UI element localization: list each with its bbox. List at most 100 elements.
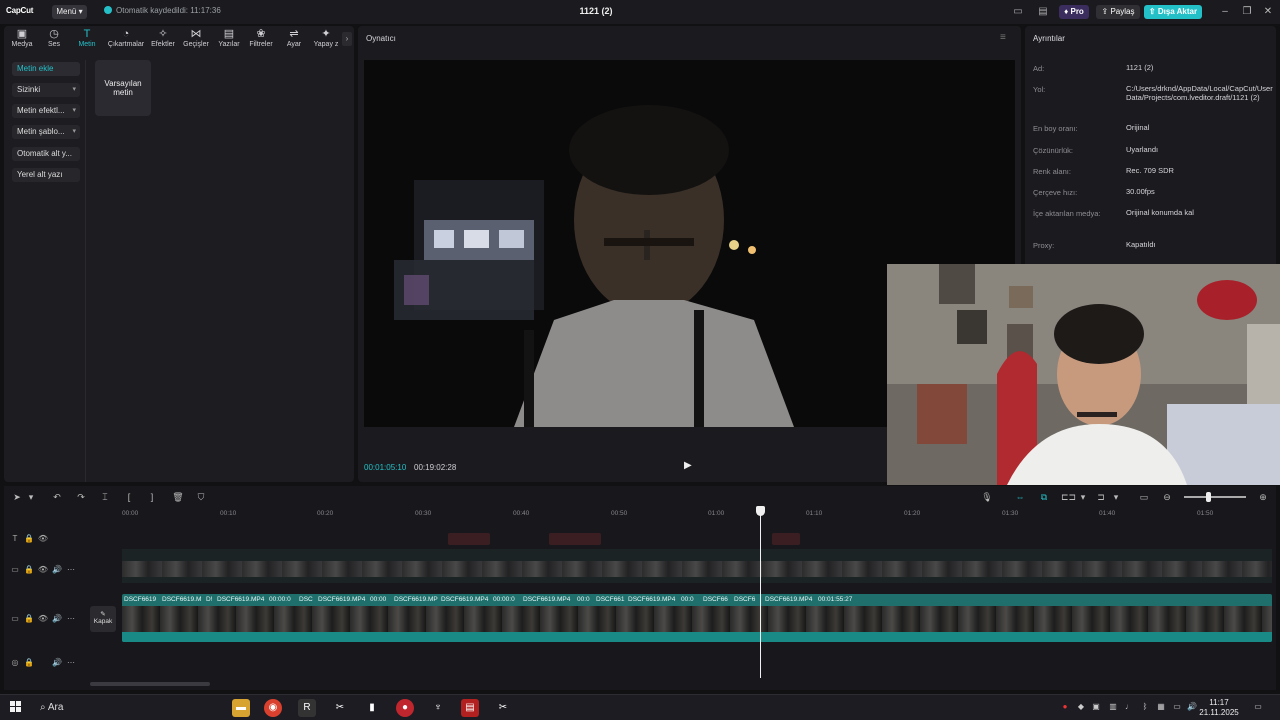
play-icon[interactable]: ▶ — [684, 460, 692, 471]
clip-label[interactable]: D! — [206, 596, 213, 603]
export-button[interactable]: ⇧ Dışa Aktar — [1144, 5, 1202, 19]
record-tray-icon[interactable]: ● — [1060, 702, 1070, 714]
volume-icon[interactable]: 🔊 — [1187, 702, 1197, 714]
recorder-icon[interactable]: ● — [396, 699, 414, 717]
close-icon[interactable]: ✕ — [1261, 5, 1275, 19]
lock-icon[interactable]: 🔒 — [22, 658, 36, 667]
clip-label[interactable]: 00:00 — [370, 596, 386, 603]
tool-captions[interactable]: ▤ Yazılar — [213, 28, 245, 52]
speaker-icon[interactable]: 🔊 — [50, 565, 64, 574]
tray-app-icon[interactable]: ▣ — [1091, 702, 1101, 714]
tool-ai[interactable]: ✦ Yapay z — [310, 28, 342, 52]
speaker-icon[interactable]: 🔊 — [50, 658, 64, 667]
nav-add-text[interactable]: Metin ekle — [12, 62, 80, 76]
maximize-icon[interactable]: ❐ — [1240, 5, 1254, 19]
clip-label[interactable]: 00:0 — [577, 596, 590, 603]
horizontal-scrollbar[interactable] — [90, 682, 210, 686]
menu-button[interactable]: Menü ▾ — [52, 5, 87, 19]
tool-effects[interactable]: ✧ Efektler — [147, 28, 179, 52]
system-clock[interactable]: 11:17 21.11.2025 — [1198, 698, 1240, 718]
clip-label[interactable]: DSCF6619.MP4 — [441, 596, 488, 603]
microphone-app-icon[interactable]: ♆ — [429, 699, 447, 717]
clip-label[interactable]: DSCF6619.MP4 — [318, 596, 365, 603]
captions-toggle-icon[interactable]: ▭ — [1137, 490, 1151, 504]
file-explorer-icon[interactable]: ▬ — [232, 699, 250, 717]
clip-label[interactable]: DSCF6619 — [124, 596, 156, 603]
network-icon[interactable]: ▭ — [1172, 702, 1182, 714]
chevron-down-icon[interactable]: ▾ — [1109, 490, 1123, 504]
clip-label[interactable]: DSCF6619.MP4 — [217, 596, 264, 603]
eye-icon[interactable]: 👁 — [36, 565, 50, 574]
tool-adjust[interactable]: ⇌ Ayar — [278, 28, 310, 52]
tool-media[interactable]: ▣ Medya — [6, 28, 38, 52]
nav-auto-captions[interactable]: Otomatik alt y... — [12, 147, 80, 161]
pro-button[interactable]: ♦ Pro — [1059, 5, 1089, 19]
tool-text[interactable]: T Metin — [71, 28, 103, 52]
speaker-icon[interactable]: 🔊 — [50, 614, 64, 623]
playhead[interactable] — [760, 506, 761, 678]
chevron-right-icon[interactable]: › — [342, 32, 352, 46]
clip-label[interactable]: 00:01:55:27 — [818, 596, 852, 603]
tray-app-icon[interactable]: ▥ — [1108, 702, 1118, 714]
redo-icon[interactable]: ↷ — [74, 490, 88, 504]
nav-local-captions[interactable]: Yerel alt yazı — [12, 168, 80, 182]
shortcuts-icon[interactable]: ▤ — [1035, 5, 1051, 19]
chevron-down-icon[interactable]: ▾ — [1076, 490, 1090, 504]
notifications-icon[interactable]: ▭ — [1253, 702, 1263, 714]
nav-text-effects[interactable]: Metin efektl... ▾ — [12, 104, 80, 118]
overlay-video-track[interactable] — [122, 549, 1272, 583]
clip-label[interactable]: DSCF661 — [596, 596, 625, 603]
bluetooth-icon[interactable]: ᛒ — [1140, 702, 1150, 714]
marker-icon[interactable]: ⛉ — [194, 490, 208, 504]
clip-label[interactable]: 00:00:0 — [269, 596, 291, 603]
cover-button[interactable]: ✎ Kapak — [90, 606, 116, 632]
capcut-icon[interactable]: ✂ — [331, 699, 349, 717]
r-app-icon[interactable]: R — [298, 699, 316, 717]
zoom-in-icon[interactable]: ⊕ — [1256, 490, 1270, 504]
default-text-card[interactable]: Varsayılan metin — [95, 60, 151, 116]
clip-label[interactable]: DSCF6619.MP — [394, 596, 438, 603]
clip-label[interactable]: DSC — [299, 596, 313, 603]
capcut-active-icon[interactable]: ✂ — [494, 699, 512, 717]
zoom-slider-handle[interactable] — [1206, 492, 1211, 502]
tool-transitions[interactable]: ⋈ Geçişler — [180, 28, 212, 52]
preview-axis-icon[interactable]: ⊏⊐ — [1061, 490, 1076, 504]
tool-audio[interactable]: ◷ Ses — [38, 28, 70, 52]
delete-icon[interactable]: 🗑 — [171, 490, 185, 504]
more-icon[interactable]: ⋯ — [64, 658, 78, 667]
audio-link-icon[interactable]: ⊐ — [1094, 490, 1108, 504]
microphone-icon[interactable]: 🎙 — [980, 490, 994, 504]
taskbar-search[interactable]: ⌕ Ara — [34, 698, 220, 718]
zoom-out-icon[interactable]: ⊖ — [1160, 490, 1174, 504]
voicemeeter-icon[interactable]: ▤ — [461, 699, 479, 717]
share-button[interactable]: ⇪ Paylaş — [1096, 5, 1140, 19]
more-icon[interactable]: ⋯ — [64, 614, 78, 623]
hamburger-icon[interactable]: ≡ — [1000, 32, 1006, 43]
lock-icon[interactable]: 🔒 — [22, 614, 36, 623]
nav-yours[interactable]: Sizinki ▾ — [12, 83, 80, 97]
text-clip[interactable] — [448, 533, 490, 545]
select-cursor-icon[interactable]: ➤ — [10, 490, 24, 504]
nav-text-templates[interactable]: Metin şablo... ▾ — [12, 125, 80, 139]
trim-right-icon[interactable]: ] — [145, 490, 159, 504]
lock-icon[interactable]: 🔒 — [22, 565, 36, 574]
clip-label[interactable]: DSCF6619.MP4 — [765, 596, 812, 603]
clip-label[interactable]: DSCF66 — [703, 596, 728, 603]
link-icon[interactable]: ⇔ — [1013, 490, 1027, 504]
clip-label[interactable]: DSCF6 — [734, 596, 755, 603]
text-clip[interactable] — [549, 533, 601, 545]
split-icon[interactable]: ⌶ — [98, 490, 112, 504]
chevron-down-icon[interactable]: ▾ — [24, 490, 38, 504]
device-icon[interactable]: ▮ — [363, 699, 381, 717]
layout-icon[interactable]: ▭ — [1010, 5, 1026, 19]
clip-label[interactable]: DSCF6619.M — [162, 596, 201, 603]
main-video-track[interactable]: DSCF6619 DSCF6619.M D! DSCF6619.MP4 00:0… — [122, 594, 1272, 642]
zoom-slider[interactable] — [1184, 496, 1246, 498]
playhead-handle[interactable] — [756, 506, 765, 516]
more-icon[interactable]: ⋯ — [64, 565, 78, 574]
tray-app-icon[interactable]: ◆ — [1076, 702, 1086, 714]
eye-icon[interactable]: 👁 — [36, 534, 50, 543]
tray-app-icon[interactable]: ▦ — [1156, 702, 1166, 714]
tool-filters[interactable]: ❀ Filtreler — [245, 28, 277, 52]
microphone-tray-icon[interactable]: ♩ — [1124, 702, 1134, 714]
